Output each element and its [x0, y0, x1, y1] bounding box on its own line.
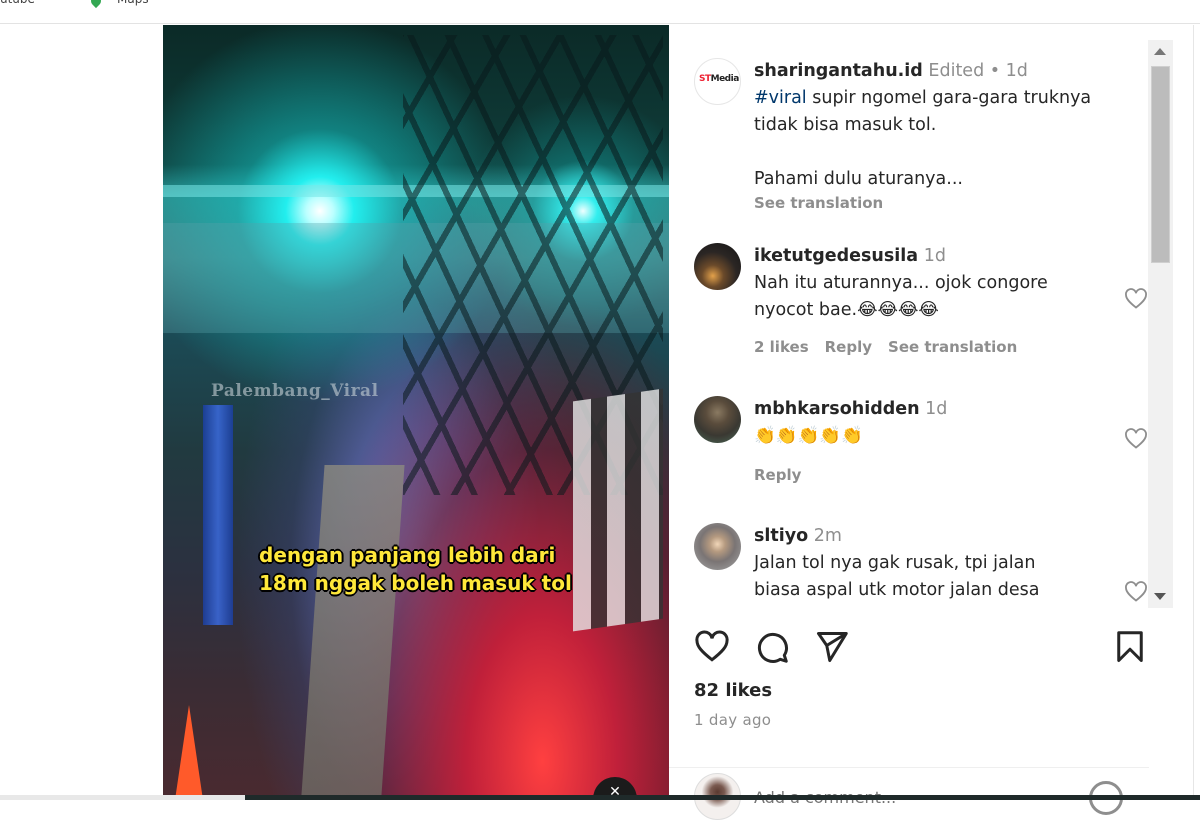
caption-line2: Pahami dulu aturanya... — [754, 169, 963, 189]
comments-list[interactable]: STMedia sharingantahu.id Edited • 1d #vi… — [669, 25, 1149, 608]
comment-likes-count[interactable]: 2 likes — [754, 334, 809, 361]
reply-button[interactable]: Reply — [754, 462, 801, 489]
comment-text: 👏👏👏👏👏 — [754, 426, 863, 446]
save-bookmark-icon[interactable] — [1112, 629, 1148, 665]
traffic-cone — [175, 705, 203, 800]
post-timestamp[interactable]: 1 day ago — [694, 711, 771, 729]
post-age[interactable]: 1d — [1006, 61, 1028, 81]
video-caption-line1: dengan panjang lebih dari — [259, 543, 556, 567]
hashtag-link[interactable]: #viral — [754, 88, 807, 108]
author-avatar[interactable]: STMedia — [694, 58, 741, 105]
bookmark-youtube[interactable]: utube — [0, 0, 35, 6]
comment-bubble-icon[interactable] — [754, 629, 790, 665]
comment-like-heart-icon[interactable] — [1124, 287, 1148, 311]
comment-like-heart-icon[interactable] — [1124, 580, 1148, 604]
video-caption: dengan panjang lebih dari 18m nggak bole… — [259, 541, 572, 597]
scroll-down-arrow-icon[interactable] — [1154, 593, 1166, 600]
bookmarks-bar: utube Maps — [0, 0, 1200, 24]
comment-text: Jalan tol nya gak rusak, tpi jalan biasa… — [754, 553, 1040, 600]
see-translation-link[interactable]: See translation — [888, 334, 1017, 361]
bookmark-maps[interactable]: Maps — [117, 0, 149, 6]
stmedia-logo: STMedia — [699, 74, 739, 84]
add-comment-row — [694, 773, 1134, 820]
separator-dot: • — [989, 61, 1001, 81]
author-username[interactable]: sharingantahu.id — [754, 61, 923, 81]
commenter-avatar[interactable] — [694, 523, 741, 570]
post-side-panel: STMedia sharingantahu.id Edited • 1d #vi… — [669, 25, 1200, 820]
comment-text: Nah itu aturannya... ojok congore nyocot… — [754, 273, 1048, 320]
comment-like-heart-icon[interactable] — [1124, 427, 1148, 451]
comment-age[interactable]: 1d — [925, 399, 947, 419]
commenter-username[interactable]: iketutgedesusila — [754, 246, 918, 266]
blue-pole — [203, 405, 233, 625]
post-video[interactable]: Palembang_Viral dengan panjang lebih dar… — [163, 25, 669, 800]
post-likes-count[interactable]: 82 likes — [694, 680, 772, 701]
like-heart-icon[interactable] — [694, 629, 730, 665]
share-paper-plane-icon[interactable] — [814, 629, 850, 665]
video-caption-line2: 18m nggak boleh masuk tol — [259, 571, 572, 595]
panel-edge — [1193, 25, 1194, 800]
commenter-username[interactable]: sltiyo — [754, 526, 808, 546]
window-bottom-edge — [0, 795, 1200, 800]
edited-label: Edited — [928, 61, 985, 81]
see-translation-link[interactable]: See translation — [754, 193, 1124, 213]
comment-age[interactable]: 1d — [924, 246, 946, 266]
commenter-avatar[interactable] — [694, 396, 741, 443]
comments-scrollbar[interactable] — [1148, 40, 1173, 608]
commenter-avatar[interactable] — [694, 243, 741, 290]
scrollbar-thumb[interactable] — [1151, 66, 1170, 263]
video-watermark: Palembang_Viral — [211, 381, 379, 401]
striped-barrier — [573, 388, 663, 632]
scroll-up-arrow-icon[interactable] — [1154, 48, 1166, 55]
commenter-username[interactable]: mbhkarsohidden — [754, 399, 920, 419]
maps-pin-icon — [88, 0, 104, 9]
divider — [669, 767, 1149, 768]
reply-button[interactable]: Reply — [825, 334, 872, 361]
post-actions-bar — [694, 629, 1143, 669]
truck-beam — [301, 465, 405, 795]
comment-age[interactable]: 2m — [814, 526, 842, 546]
